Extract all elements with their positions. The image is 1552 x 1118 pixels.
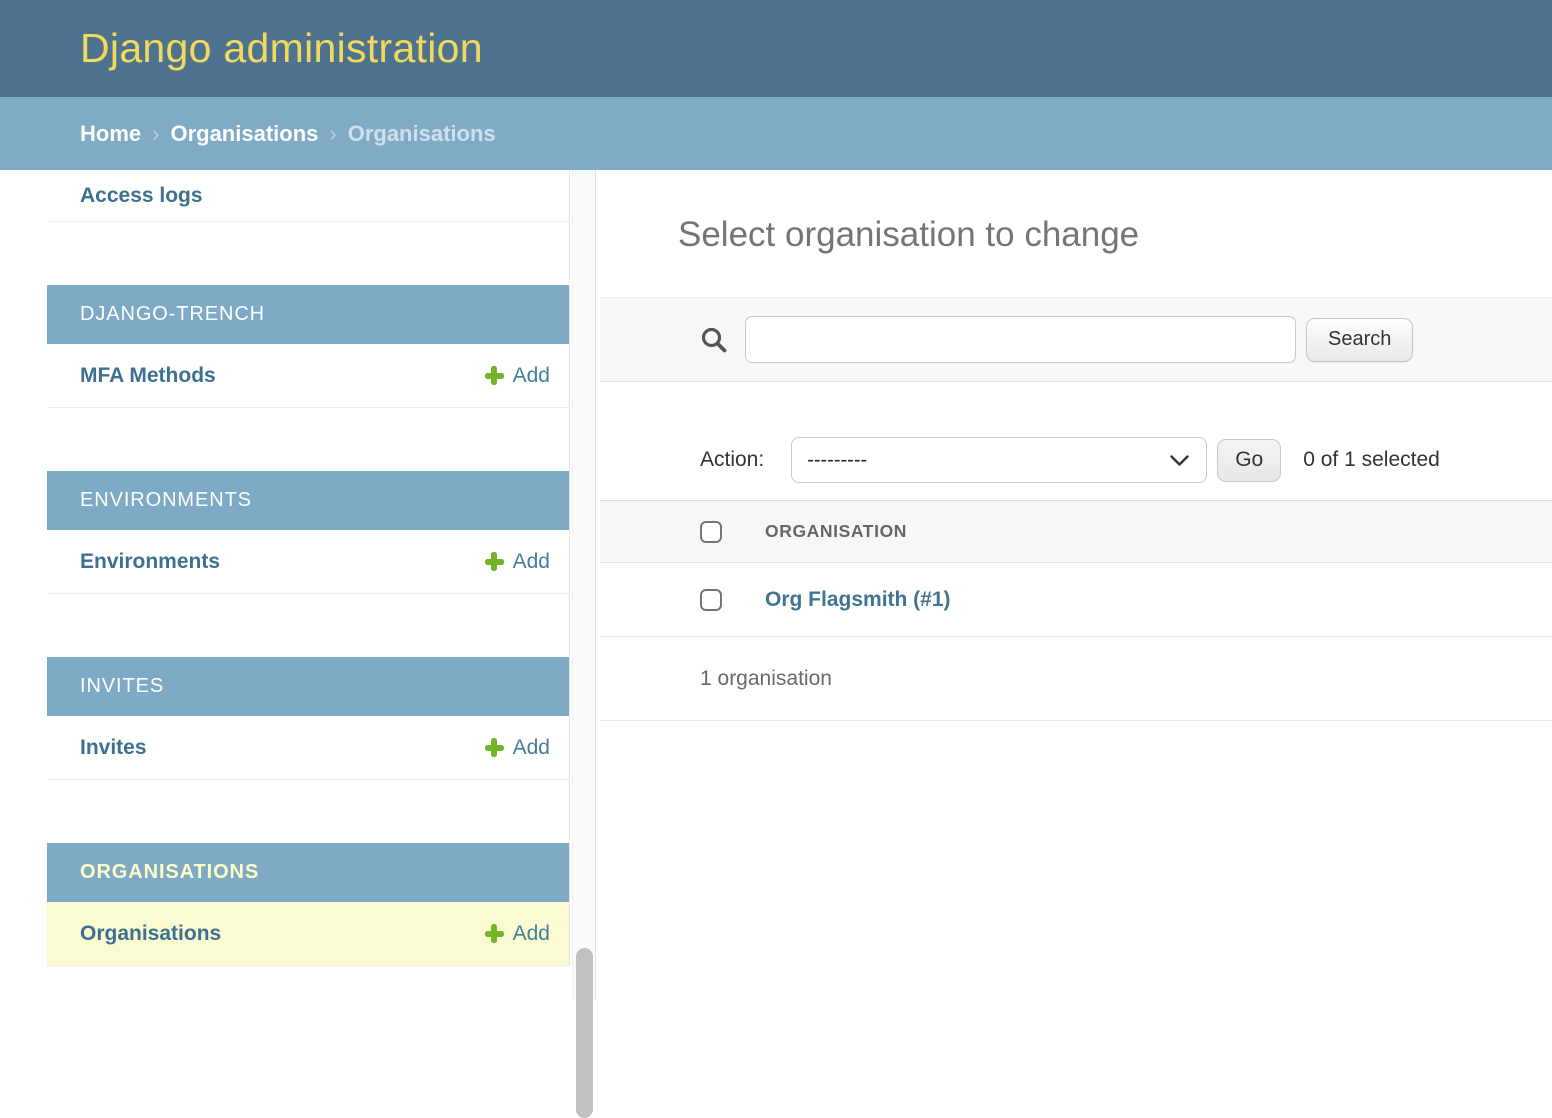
- main-content: Select organisation to change Search Act…: [600, 170, 1552, 1000]
- sidebar-scrollbar-thumb[interactable]: [576, 948, 593, 1118]
- sidebar-item-organisations: Organisations Add: [47, 902, 569, 966]
- action-bar: Action: --------- Go 0 of 1 selected: [600, 437, 1552, 483]
- add-label: Add: [513, 922, 550, 946]
- breadcrumb: Home › Organisations › Organisations: [0, 97, 1552, 170]
- sidebar-section-organisations: ORGANISATIONS: [47, 843, 569, 902]
- search-button[interactable]: Search: [1306, 318, 1413, 362]
- sidebar-item-environments: Environments Add: [47, 530, 569, 594]
- table-row: Org Flagsmith (#1): [600, 563, 1552, 637]
- breadcrumb-separator: ›: [152, 121, 159, 147]
- environments-link[interactable]: Environments: [80, 550, 220, 574]
- sidebar-item-access-logs[interactable]: Access logs: [47, 170, 569, 222]
- add-icon: [485, 366, 504, 385]
- organisation-link[interactable]: Org Flagsmith (#1): [765, 588, 951, 612]
- add-icon: [485, 924, 504, 943]
- breadcrumb-home[interactable]: Home: [80, 121, 141, 147]
- organisations-link[interactable]: Organisations: [80, 922, 221, 946]
- action-select-value: ---------: [807, 449, 867, 472]
- table-header: ORGANISATION: [600, 500, 1552, 563]
- page-title: Select organisation to change: [678, 214, 1552, 256]
- breadcrumb-current: Organisations: [348, 121, 496, 147]
- result-count-row: 1 organisation: [600, 637, 1552, 721]
- add-environment-button[interactable]: Add: [485, 550, 550, 574]
- app-header: Django administration: [0, 0, 1552, 97]
- breadcrumb-organisations-app[interactable]: Organisations: [170, 121, 318, 147]
- add-label: Add: [513, 736, 550, 760]
- add-icon: [485, 738, 504, 757]
- site-title[interactable]: Django administration: [80, 25, 483, 72]
- action-select[interactable]: ---------: [791, 437, 1207, 483]
- search-bar: Search: [600, 297, 1552, 382]
- invites-link[interactable]: Invites: [80, 736, 147, 760]
- add-label: Add: [513, 364, 550, 388]
- sidebar-scrollbar: [572, 170, 596, 1000]
- sidebar-item-invites: Invites Add: [47, 716, 569, 780]
- search-input[interactable]: [745, 316, 1296, 363]
- column-header-organisation[interactable]: ORGANISATION: [765, 521, 907, 542]
- add-invite-button[interactable]: Add: [485, 736, 550, 760]
- result-count: 1 organisation: [700, 667, 832, 691]
- breadcrumb-separator: ›: [329, 121, 336, 147]
- sidebar-section-django-trench: DJANGO-TRENCH: [47, 285, 569, 344]
- add-icon: [485, 552, 504, 571]
- go-button[interactable]: Go: [1217, 439, 1281, 482]
- search-icon: [700, 326, 728, 354]
- add-organisation-button[interactable]: Add: [485, 922, 550, 946]
- access-logs-link[interactable]: Access logs: [80, 184, 203, 208]
- mfa-methods-link[interactable]: MFA Methods: [80, 364, 216, 388]
- selection-status: 0 of 1 selected: [1303, 448, 1440, 472]
- chevron-down-icon: [1169, 454, 1190, 467]
- add-label: Add: [513, 550, 550, 574]
- sidebar-section-invites: INVITES: [47, 657, 569, 716]
- sidebar-item-mfa-methods: MFA Methods Add: [47, 344, 569, 408]
- select-all-checkbox[interactable]: [700, 521, 722, 543]
- sidebar: Access logs DJANGO-TRENCH MFA Methods Ad…: [0, 170, 600, 1000]
- add-mfa-method-button[interactable]: Add: [485, 364, 550, 388]
- sidebar-section-environments: ENVIRONMENTS: [47, 471, 569, 530]
- action-label: Action:: [700, 448, 764, 472]
- row-checkbox[interactable]: [700, 589, 722, 611]
